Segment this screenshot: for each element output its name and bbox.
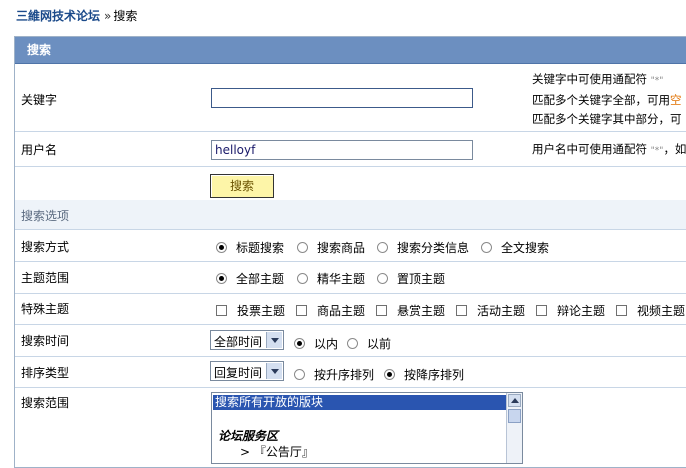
special-topic-label: 特殊主题: [21, 302, 70, 316]
breadcrumb-current: 搜索: [113, 9, 138, 23]
radio-icon[interactable]: [384, 369, 395, 380]
keyword-tips: 关键字中可使用通配符 "*" 匹配多个关键字全部，可用空 匹配多个关键字其中部分…: [532, 70, 682, 129]
username-label: 用户名: [21, 143, 58, 157]
topic-range-label: 主题范围: [21, 271, 70, 285]
search-time-row: 搜索时间 全部时间 以内 以前: [15, 325, 686, 357]
radio-icon[interactable]: [297, 273, 308, 284]
option-label: 按降序排列: [404, 368, 465, 382]
option-label: 视频主题: [637, 304, 686, 318]
search-mode-option-category[interactable]: 搜索分类信息: [377, 239, 469, 256]
special-topic-activity[interactable]: 活动主题: [456, 302, 525, 319]
option-label: 搜索商品: [317, 241, 366, 255]
option-label: 全文搜索: [501, 241, 550, 255]
scroll-thumb[interactable]: [508, 409, 521, 423]
sort-option-asc[interactable]: 按升序排列: [294, 366, 374, 383]
search-mode-option-goods[interactable]: 搜索商品: [297, 239, 365, 256]
sort-option-desc[interactable]: 按降序排列: [384, 366, 464, 383]
search-mode-option-fulltext[interactable]: 全文搜索: [481, 239, 549, 256]
option-label: 辩论主题: [557, 304, 606, 318]
option-label: 置顶主题: [397, 272, 446, 286]
keyword-tip-2-highlight: 空: [670, 93, 682, 107]
option-label: 标题搜索: [236, 241, 285, 255]
search-time-label: 搜索时间: [21, 334, 70, 348]
checkbox-icon[interactable]: [456, 305, 467, 316]
keyword-tip-1: 关键字中可使用通配符: [532, 72, 647, 86]
search-button[interactable]: 搜索: [210, 174, 274, 198]
search-panel: 搜索 关键字 关键字中可使用通配符 "*" 匹配多个关键字全部，可用空 匹配多个…: [14, 36, 686, 468]
special-topic-row: 特殊主题 投票主题 商品主题 悬赏主题 活动主题 辩论主题 视频主题: [15, 294, 686, 325]
list-item-selected[interactable]: 搜索所有开放的版块: [213, 395, 507, 410]
radio-icon[interactable]: [377, 242, 388, 253]
search-scope-label: 搜索范围: [21, 396, 70, 410]
search-options-section: 搜索选项: [15, 200, 686, 230]
breadcrumb-separator: »: [104, 9, 112, 23]
scroll-up-icon[interactable]: [508, 394, 521, 407]
keyword-row: 关键字 关键字中可使用通配符 "*" 匹配多个关键字全部，可用空 匹配多个关键字…: [15, 64, 686, 132]
keyword-tip-1-wildcard: "*": [650, 76, 664, 86]
radio-icon[interactable]: [481, 242, 492, 253]
option-label: 全部主题: [236, 272, 285, 286]
breadcrumb: 三維网技术论坛 » 搜索: [16, 8, 137, 24]
keyword-input[interactable]: [211, 88, 473, 108]
option-label: 悬赏主题: [397, 304, 446, 318]
topic-range-option-sticky[interactable]: 置顶主题: [377, 270, 445, 287]
search-time-option-before[interactable]: 以前: [347, 335, 391, 352]
username-tip-wildcard: "*": [650, 146, 664, 156]
sort-type-select[interactable]: 回复时间: [210, 361, 284, 381]
username-tip-text: 用户名中可使用通配符: [532, 142, 647, 156]
option-label: 投票主题: [237, 304, 286, 318]
search-mode-row: 搜索方式 标题搜索 搜索商品 搜索分类信息 全文搜索: [15, 230, 686, 262]
search-options-title: 搜索选项: [21, 209, 70, 223]
radio-icon[interactable]: [347, 338, 358, 349]
radio-icon[interactable]: [216, 273, 227, 284]
radio-icon[interactable]: [297, 242, 308, 253]
option-label: 搜索分类信息: [397, 241, 470, 255]
option-label: 精华主题: [317, 272, 366, 286]
checkbox-icon[interactable]: [536, 305, 547, 316]
username-tip: 用户名中可使用通配符 "*"，如: [532, 140, 686, 161]
chevron-down-icon[interactable]: [266, 363, 282, 379]
search-mode-option-title[interactable]: 标题搜索: [216, 239, 284, 256]
search-scope-listbox[interactable]: 搜索所有开放的版块 论坛服务区 > 『公告厅』: [211, 392, 523, 464]
topic-range-option-digest[interactable]: 精华主题: [297, 270, 365, 287]
topic-range-row: 主题范围 全部主题 精华主题 置顶主题: [15, 262, 686, 294]
keyword-tip-2: 匹配多个关键字全部，可用: [532, 93, 670, 107]
list-group-label: 论坛服务区: [218, 429, 279, 443]
checkbox-icon[interactable]: [616, 305, 627, 316]
search-time-option-within[interactable]: 以内: [294, 335, 338, 352]
option-label: 活动主题: [477, 304, 526, 318]
breadcrumb-home-link[interactable]: 三維网技术论坛: [16, 9, 100, 23]
search-time-select[interactable]: 全部时间: [210, 330, 284, 350]
topic-range-option-all[interactable]: 全部主题: [216, 270, 284, 287]
select-value: 全部时间: [214, 335, 263, 349]
search-mode-label: 搜索方式: [21, 240, 70, 254]
panel-title: 搜索: [15, 37, 686, 64]
special-topic-reward[interactable]: 悬赏主题: [376, 302, 445, 319]
radio-icon[interactable]: [216, 242, 227, 253]
keyword-tip-3: 匹配多个关键字其中部分，可: [532, 112, 682, 126]
option-label: 商品主题: [317, 304, 366, 318]
option-label: 以前: [367, 337, 392, 351]
radio-icon[interactable]: [377, 273, 388, 284]
sort-type-row: 排序类型 回复时间 按升序排列 按降序排列: [15, 357, 686, 388]
username-tip-tail: ，如: [663, 142, 686, 156]
radio-icon[interactable]: [294, 338, 305, 349]
option-label: 以内: [314, 337, 339, 351]
checkbox-icon[interactable]: [296, 305, 307, 316]
special-topic-video[interactable]: 视频主题: [616, 302, 685, 319]
special-topic-debate[interactable]: 辩论主题: [536, 302, 605, 319]
username-row: 用户名 用户名中可使用通配符 "*"，如: [15, 132, 686, 167]
radio-icon[interactable]: [294, 369, 305, 380]
keyword-label: 关键字: [21, 93, 58, 107]
option-label: 按升序排列: [314, 368, 375, 382]
checkbox-icon[interactable]: [216, 305, 227, 316]
sort-type-label: 排序类型: [21, 366, 70, 380]
listbox-scrollbar[interactable]: [506, 393, 522, 463]
username-input[interactable]: [211, 140, 473, 160]
chevron-down-icon[interactable]: [266, 332, 282, 348]
checkbox-icon[interactable]: [376, 305, 387, 316]
select-value: 回复时间: [214, 366, 263, 380]
special-topic-goods[interactable]: 商品主题: [296, 302, 365, 319]
special-topic-poll[interactable]: 投票主题: [216, 302, 285, 319]
